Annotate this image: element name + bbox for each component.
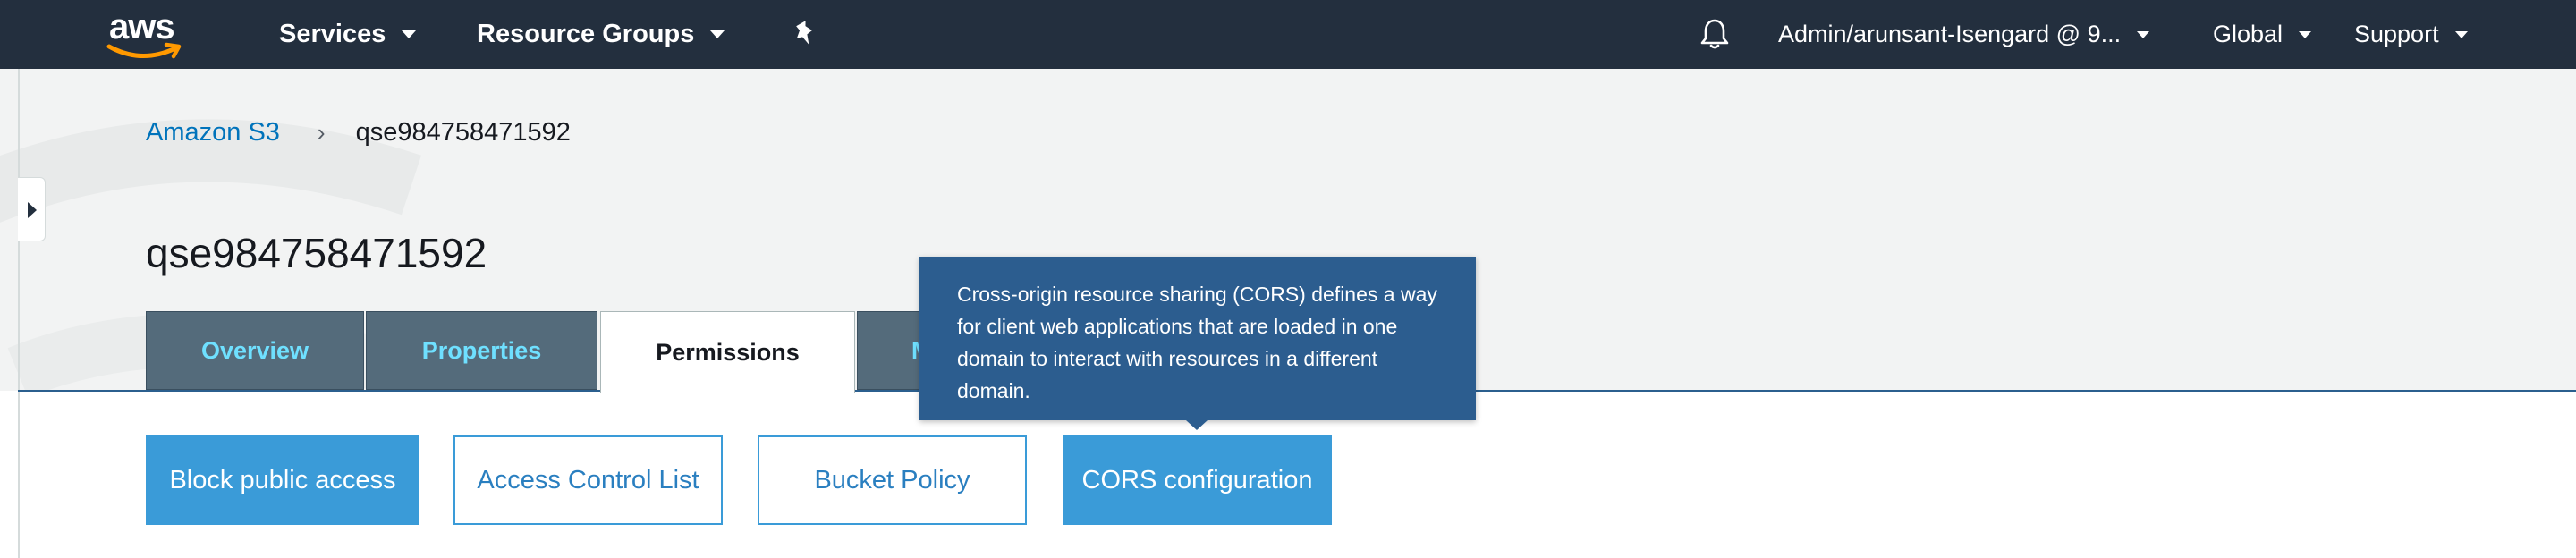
page-title: qse984758471592 xyxy=(146,230,487,276)
tab-permissions[interactable]: Permissions xyxy=(600,311,855,393)
side-panel-edge xyxy=(18,69,20,558)
bucket-policy-button[interactable]: Bucket Policy xyxy=(758,435,1027,525)
chevron-down-icon xyxy=(710,30,725,38)
account-label: Admin/arunsant-Isengard @ 9... xyxy=(1778,21,2122,47)
resource-groups-menu[interactable]: Resource Groups xyxy=(477,0,725,69)
side-panel-toggle[interactable] xyxy=(18,177,46,241)
region-menu[interactable]: Global xyxy=(2213,0,2312,69)
tab-overview[interactable]: Overview xyxy=(146,311,364,390)
aws-logo[interactable]: aws xyxy=(106,7,186,61)
chevron-down-icon xyxy=(402,30,417,38)
account-menu[interactable]: Admin/arunsant-Isengard @ 9... xyxy=(1778,0,2150,69)
aws-smile-icon xyxy=(106,42,182,59)
region-label: Global xyxy=(2213,21,2284,47)
support-label: Support xyxy=(2354,21,2439,47)
bell-icon[interactable] xyxy=(1699,18,1730,50)
chevron-down-icon xyxy=(2137,30,2150,38)
support-menu[interactable]: Support xyxy=(2354,0,2468,69)
caret-right-icon xyxy=(28,202,37,218)
resource-groups-label: Resource Groups xyxy=(477,20,695,48)
services-label: Services xyxy=(279,20,386,48)
block-public-access-button[interactable]: Block public access xyxy=(146,435,419,525)
cors-configuration-button[interactable]: CORS configuration xyxy=(1063,435,1332,525)
access-control-list-button[interactable]: Access Control List xyxy=(453,435,723,525)
top-navigation-bar: aws Services Resource Groups Admin/aruns… xyxy=(0,0,2576,69)
tab-properties[interactable]: Properties xyxy=(366,311,597,390)
breadcrumb: Amazon S3 › qse984758471592 xyxy=(146,114,571,150)
tooltip-arrow xyxy=(1186,420,1208,430)
chevron-down-icon xyxy=(2454,30,2468,38)
chevron-down-icon xyxy=(2299,30,2312,38)
cors-tooltip: Cross-origin resource sharing (CORS) def… xyxy=(919,257,1476,420)
breadcrumb-amazon-s3-link[interactable]: Amazon S3 xyxy=(146,118,280,148)
services-menu[interactable]: Services xyxy=(279,0,417,69)
pin-icon[interactable] xyxy=(792,20,819,48)
breadcrumb-current: qse984758471592 xyxy=(355,117,571,147)
breadcrumb-separator-icon: › xyxy=(317,118,326,146)
